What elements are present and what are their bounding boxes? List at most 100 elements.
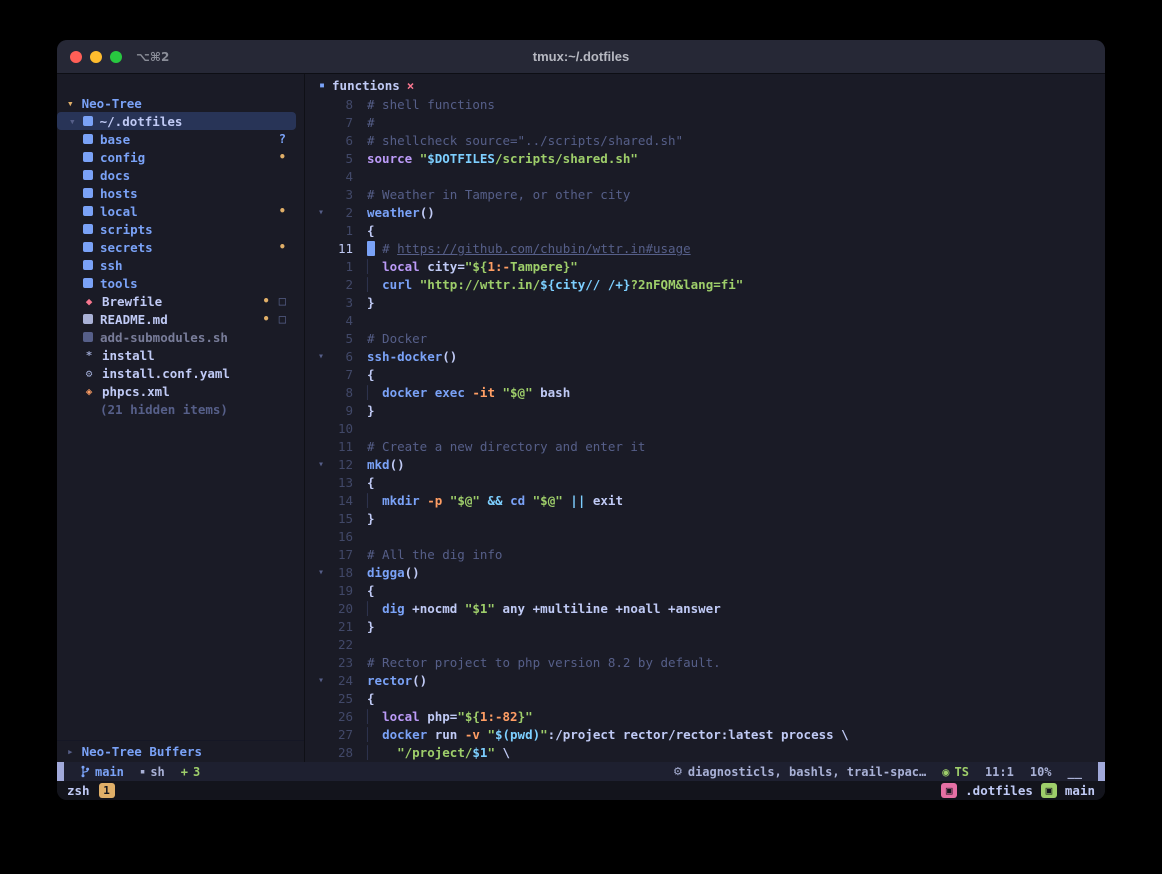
tree-item-local[interactable]: local• <box>57 202 296 220</box>
fold-chevron-icon[interactable]: ▾ <box>313 348 329 366</box>
code-line[interactable]: 11# Create a new directory and enter it <box>313 438 1105 456</box>
tab-close-icon[interactable]: × <box>407 78 415 93</box>
code-line[interactable]: 5source "$DOTFILES/scripts/shared.sh" <box>313 150 1105 168</box>
tmux-window-name[interactable]: zsh <box>67 783 90 798</box>
indent-guide-icon: ▏ <box>367 277 382 292</box>
line-number: 2 <box>329 276 353 294</box>
tree-item-base[interactable]: base? <box>57 130 296 148</box>
code-line[interactable]: 20▏ dig +nocmd "$1" any +multiline +noal… <box>313 600 1105 618</box>
code-line[interactable]: 22 <box>313 636 1105 654</box>
code-text: rector() <box>367 672 427 690</box>
zoom-window-button[interactable] <box>110 51 122 63</box>
close-window-button[interactable] <box>70 51 82 63</box>
code-line[interactable]: 26▏ local php="${1:-82}" <box>313 708 1105 726</box>
code-line[interactable]: 28▏ "/project/$1" \ <box>313 744 1105 762</box>
line-number: 15 <box>329 510 353 528</box>
tree-item-add-submodules.sh[interactable]: add-submodules.sh <box>57 328 296 346</box>
fold-chevron-icon[interactable]: ▾ <box>313 456 329 474</box>
tree-item-ssh[interactable]: ssh <box>57 256 296 274</box>
tree-item-phpcs.xml[interactable]: ◈phpcs.xml <box>57 382 296 400</box>
filetype-label: sh <box>150 765 164 779</box>
tree-item-readme.md[interactable]: README.md•□ <box>57 310 296 328</box>
git-status-modified-icon: • <box>279 204 286 218</box>
tmux-window-index-badge[interactable]: 1 <box>99 783 115 798</box>
line-number: 4 <box>329 312 353 330</box>
neotree-buffers-heading[interactable]: ▸ Neo-Tree Buffers <box>57 740 304 762</box>
code-line[interactable]: ▾2weather() <box>313 204 1105 222</box>
code-token: " <box>540 727 548 742</box>
code-line[interactable]: 7# <box>313 114 1105 132</box>
code-area[interactable]: 8 # shell functions 7# 6# shellcheck sour… <box>305 96 1105 762</box>
code-line[interactable]: 1▏ local city="${1:-Tampere}" <box>313 258 1105 276</box>
fold-chevron-icon[interactable]: ▾ <box>313 672 329 690</box>
git-status-badges: • <box>279 240 296 254</box>
code-line[interactable]: 15} <box>313 510 1105 528</box>
tree-item-install.conf.yaml[interactable]: ⚙install.conf.yaml <box>57 364 296 382</box>
line-number: 5 <box>329 330 353 348</box>
code-token: () <box>405 565 420 580</box>
code-token: local <box>382 709 420 724</box>
code-line[interactable]: ▾24rector() <box>313 672 1105 690</box>
code-text: digga() <box>367 564 420 582</box>
chevron-down-icon[interactable]: ▾ <box>69 115 76 128</box>
fold-chevron-icon[interactable]: ▾ <box>313 204 329 222</box>
tab-functions[interactable]: ▪ functions × <box>319 78 414 93</box>
code-line[interactable]: 9} <box>313 402 1105 420</box>
code-line[interactable]: ▾6ssh-docker() <box>313 348 1105 366</box>
code-line[interactable]: 11 # https://github.com/chubin/wttr.in#u… <box>313 240 1105 258</box>
tree-item-brewfile[interactable]: ◆Brewfile•□ <box>57 292 296 310</box>
code-token: && <box>487 493 502 508</box>
tree-item-21-hidden-items[interactable]: (21 hidden items) <box>57 400 296 418</box>
tree-item-config[interactable]: config• <box>57 148 296 166</box>
tree-item-.dotfiles[interactable]: ▾~/.dotfiles <box>57 112 296 130</box>
code-line[interactable]: 6# shellcheck source="../scripts/shared.… <box>313 132 1105 150</box>
tree-item-docs[interactable]: docs <box>57 166 296 184</box>
code-line[interactable]: 27▏ docker run -v "$(pwd)":/project rect… <box>313 726 1105 744</box>
code-line[interactable]: ▾18digga() <box>313 564 1105 582</box>
code-text: # shell functions <box>367 96 495 114</box>
code-line[interactable]: 4 <box>313 168 1105 186</box>
tree-item-hosts[interactable]: hosts <box>57 184 296 202</box>
git-branch-name: main <box>95 765 124 779</box>
code-line[interactable]: ▾12mkd() <box>313 456 1105 474</box>
code-line[interactable]: 3# Weather in Tampere, or other city <box>313 186 1105 204</box>
code-token: " <box>487 727 495 742</box>
fold-chevron-icon[interactable]: ▾ <box>313 564 329 582</box>
git-status-badges: ? <box>279 132 296 146</box>
git-status-modified-icon: • <box>263 312 270 326</box>
tree-item-install[interactable]: *install <box>57 346 296 364</box>
code-line[interactable]: 8 # shell functions <box>313 96 1105 114</box>
code-line[interactable]: 4 <box>313 312 1105 330</box>
code-line[interactable]: 7{ <box>313 366 1105 384</box>
tree-item-tools[interactable]: tools <box>57 274 296 292</box>
code-line[interactable]: 17# All the dig info <box>313 546 1105 564</box>
neotree-heading[interactable]: ▾ Neo-Tree <box>57 94 304 112</box>
code-line[interactable]: 3} <box>313 294 1105 312</box>
code-line[interactable]: 23# Rector project to php version 8.2 by… <box>313 654 1105 672</box>
code-line[interactable]: 10 <box>313 420 1105 438</box>
git-branch[interactable]: main <box>80 765 124 779</box>
code-line[interactable]: 19{ <box>313 582 1105 600</box>
code-line[interactable]: 14▏ mkdir -p "$@" && cd "$@" || exit <box>313 492 1105 510</box>
line-number: 8 <box>329 96 353 114</box>
code-token: \ <box>841 727 849 742</box>
code-token: weather <box>367 205 420 220</box>
tree-item-scripts[interactable]: scripts <box>57 220 296 238</box>
code-line[interactable]: 13{ <box>313 474 1105 492</box>
fold-column <box>313 708 329 726</box>
cursor-position: 11:1 <box>985 765 1014 779</box>
code-line[interactable]: 16 <box>313 528 1105 546</box>
line-number: 16 <box>329 528 353 546</box>
code-line[interactable]: 5# Docker <box>313 330 1105 348</box>
code-line[interactable]: 21} <box>313 618 1105 636</box>
line-number: 1 <box>329 222 353 240</box>
code-line[interactable]: 2▏ curl "http://wttr.in/${city// /+}?2nF… <box>313 276 1105 294</box>
code-line[interactable]: 25{ <box>313 690 1105 708</box>
titlebar[interactable]: ⌥⌘2 tmux:~/.dotfiles <box>57 40 1105 74</box>
minimize-window-button[interactable] <box>90 51 102 63</box>
code-line[interactable]: 8▏ docker exec -it "$@" bash <box>313 384 1105 402</box>
git-status-modified-icon: • <box>279 150 286 164</box>
code-text: ▏ local php="${1:-82}" <box>367 708 533 726</box>
code-line[interactable]: 1{ <box>313 222 1105 240</box>
tree-item-secrets[interactable]: secrets• <box>57 238 296 256</box>
